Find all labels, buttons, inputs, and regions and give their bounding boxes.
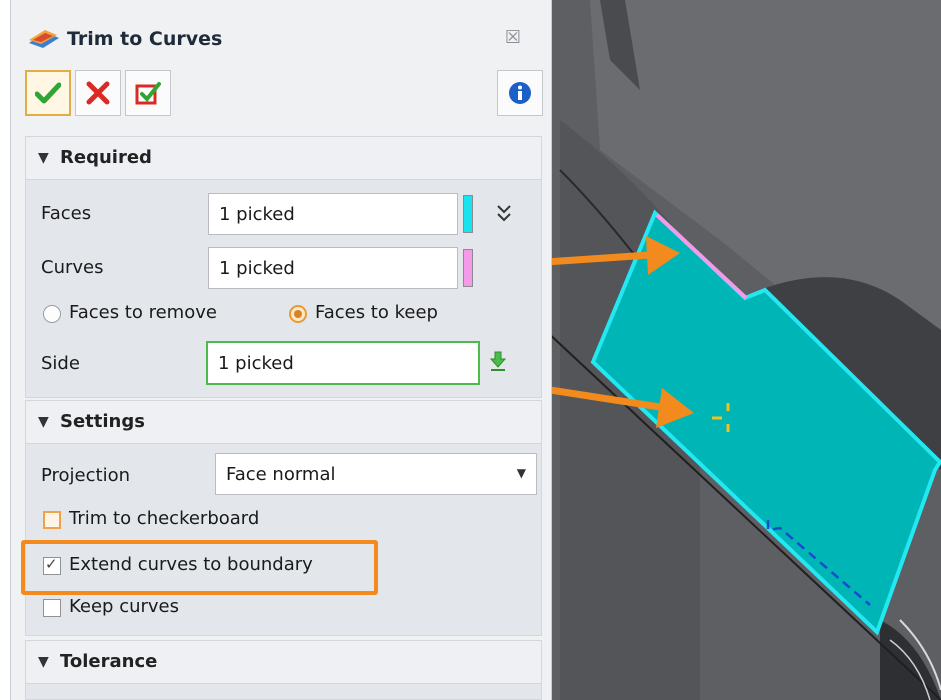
cancel-button[interactable] (75, 70, 121, 116)
panel-title: Trim to Curves (67, 28, 223, 50)
green-down-arrow-icon[interactable] (489, 350, 507, 372)
faces-to-remove-radio[interactable] (43, 305, 61, 323)
tolerance-section-body (25, 684, 542, 700)
panel-titlebar: Trim to Curves ☒ (11, 14, 551, 62)
collapse-triangle-icon: ▼ (38, 654, 49, 670)
ok-button[interactable] (25, 70, 71, 116)
trim-tool-icon (29, 30, 59, 48)
dropdown-arrow-icon: ▼ (516, 466, 526, 480)
required-header-label: Required (60, 147, 152, 168)
curves-color-swatch[interactable] (463, 249, 473, 287)
expand-chevron-icon[interactable] (496, 203, 512, 223)
side-value: 1 picked (218, 353, 294, 374)
trim-to-curves-panel: Trim to Curves ☒ ▼ Required Faces 1 pick… (10, 0, 552, 700)
settings-section-header[interactable]: ▼ Settings (25, 400, 542, 444)
settings-header-label: Settings (60, 411, 145, 432)
callout-highlight-box (21, 540, 378, 595)
faces-field[interactable]: 1 picked (208, 193, 458, 235)
faces-color-swatch[interactable] (463, 195, 473, 233)
apply-icon (135, 82, 161, 105)
info-icon (509, 82, 531, 104)
faces-label: Faces (41, 203, 92, 224)
trim-to-checkerboard-checkbox[interactable] (43, 511, 61, 529)
collapse-triangle-icon: ▼ (38, 414, 49, 430)
curves-value: 1 picked (219, 258, 295, 279)
projection-label: Projection (41, 465, 131, 486)
curves-label: Curves (41, 257, 104, 278)
required-section-header[interactable]: ▼ Required (25, 136, 542, 180)
curves-field[interactable]: 1 picked (208, 247, 458, 289)
faces-to-remove-label: Faces to remove (69, 302, 217, 323)
info-button[interactable] (497, 70, 543, 116)
faces-to-keep-label: Faces to keep (315, 302, 438, 323)
x-icon (86, 81, 110, 105)
faces-to-keep-radio[interactable] (289, 305, 307, 323)
projection-value: Face normal (226, 464, 336, 485)
close-icon[interactable]: ☒ (499, 24, 527, 52)
side-label: Side (41, 353, 80, 374)
keep-curves-label: Keep curves (69, 596, 180, 617)
projection-dropdown[interactable]: Face normal ▼ (215, 453, 537, 495)
collapse-triangle-icon: ▼ (38, 150, 49, 166)
keep-curves-checkbox[interactable] (43, 599, 61, 617)
faces-value: 1 picked (219, 204, 295, 225)
tolerance-section-header[interactable]: ▼ Tolerance (25, 640, 542, 684)
tolerance-header-label: Tolerance (60, 651, 158, 672)
checkmark-icon (35, 82, 61, 104)
side-field[interactable]: 1 picked (206, 341, 480, 385)
apply-button[interactable] (125, 70, 171, 116)
trim-to-checkerboard-label: Trim to checkerboard (69, 508, 260, 529)
